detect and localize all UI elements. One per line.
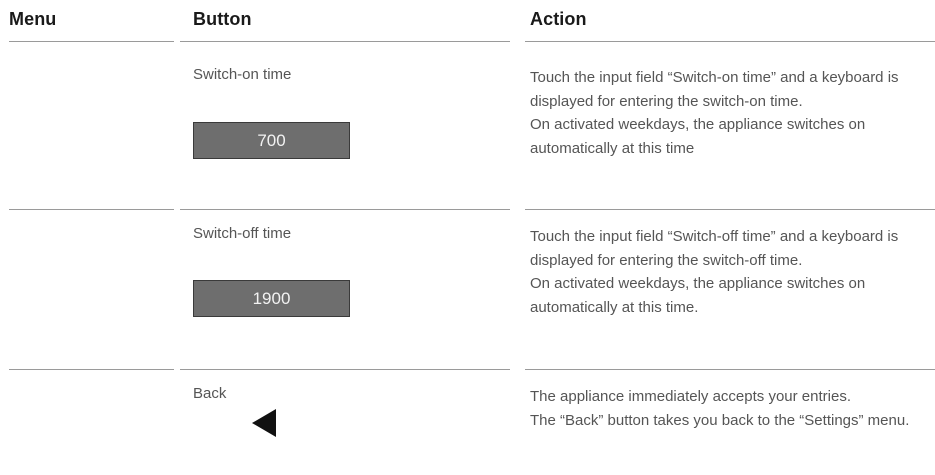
action-text: The appliance immediately accepts your e…: [530, 388, 851, 405]
switch-off-time-action: Touch the input field “Switch-off time” …: [530, 225, 935, 319]
action-text: On activated weekdays, the appliance swi…: [530, 116, 866, 157]
column-header-action: Action: [530, 9, 587, 29]
back-action: The appliance immediately accepts your e…: [530, 385, 935, 432]
row-divider-button: [180, 369, 510, 370]
table-row-switch-off: Switch-off time 1900 Touch the input fie…: [0, 225, 935, 355]
column-header-menu: Menu: [9, 9, 57, 29]
row-divider-menu: [9, 209, 174, 210]
row-divider-action: [525, 209, 935, 210]
back-label: Back: [193, 385, 227, 402]
header-divider-menu: [9, 41, 174, 42]
switch-on-time-action: Touch the input field “Switch-on time” a…: [530, 66, 935, 160]
action-text: Touch the input field “Switch-off time” …: [530, 228, 899, 269]
row-divider-menu: [9, 369, 174, 370]
back-arrow-icon[interactable]: [252, 409, 276, 437]
switch-off-time-input[interactable]: 1900: [193, 280, 350, 317]
switch-on-time-label: Switch-on time: [193, 66, 292, 83]
header-divider-action: [525, 41, 935, 42]
action-text: On activated weekdays, the appliance swi…: [530, 275, 866, 316]
column-header-button: Button: [193, 9, 252, 29]
table-row-back: Back The appliance immediately accepts y…: [0, 385, 935, 475]
switch-on-time-input[interactable]: 700: [193, 122, 350, 159]
row-divider-button: [180, 209, 510, 210]
action-text: Touch the input field “Switch-on time” a…: [530, 69, 899, 110]
switch-off-time-label: Switch-off time: [193, 225, 292, 242]
action-text: The “Back” button takes you back to the …: [530, 411, 910, 429]
table-row-switch-on: Switch-on time 700 Touch the input field…: [0, 66, 935, 196]
header-divider-button: [180, 41, 510, 42]
row-divider-action: [525, 369, 935, 370]
